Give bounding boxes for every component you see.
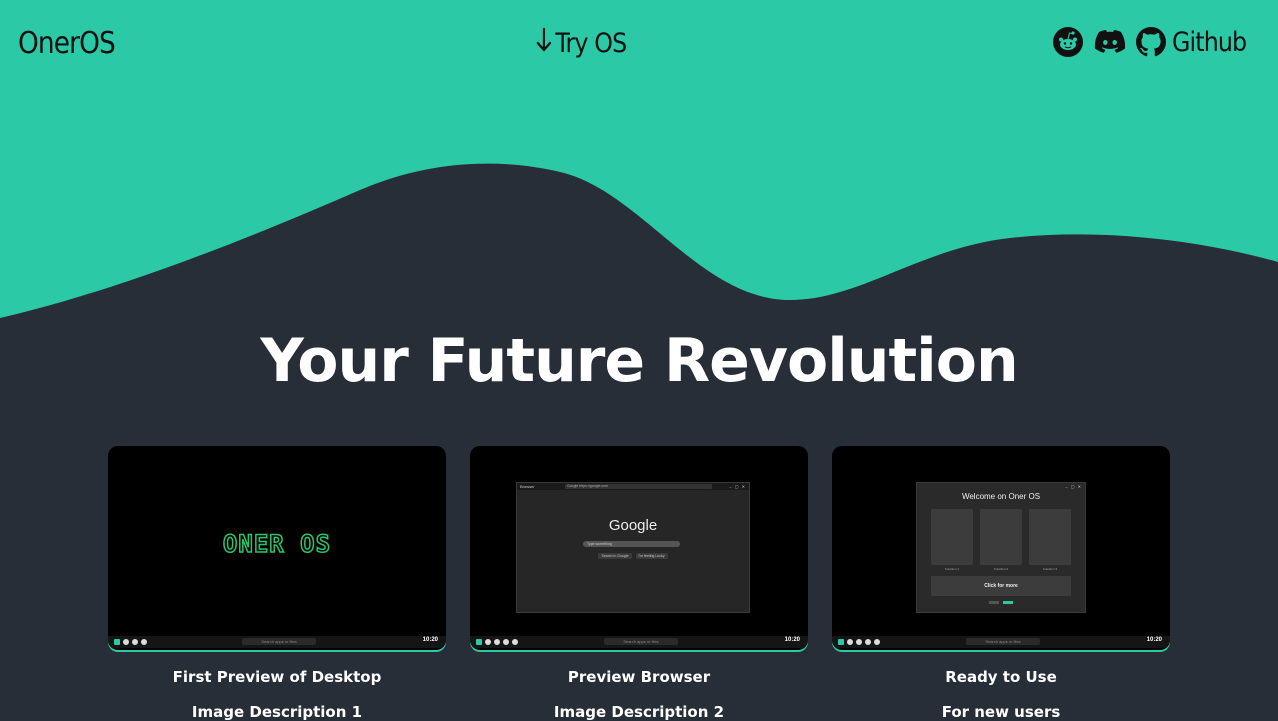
card-title: Ready to Use: [945, 668, 1057, 686]
github-icon: [1136, 27, 1166, 57]
google-search-box: Type something: [583, 541, 680, 547]
app-icon: [856, 639, 862, 645]
feature-label: Function 3: [1042, 567, 1057, 571]
card-title: Preview Browser: [567, 668, 711, 686]
app-icon: [865, 639, 871, 645]
oner-os-logo: ONER OS: [222, 529, 332, 559]
card-description: For new users: [941, 703, 1061, 721]
taskbar-clock: 10:20: [1146, 637, 1162, 643]
app-icon: [123, 639, 129, 645]
taskbar-search: Search apps or files: [242, 638, 316, 645]
back-button: [989, 601, 999, 604]
reddit-link[interactable]: [1052, 26, 1084, 58]
card-welcome-preview: – ▢ ✕ Welcome on Oner OS Function 1 Func…: [832, 446, 1170, 721]
try-os-label: Try OS: [555, 28, 627, 59]
welcome-screenshot[interactable]: – ▢ ✕ Welcome on Oner OS Function 1 Func…: [832, 446, 1170, 650]
feature-box: [980, 509, 1022, 565]
google-search-button: Search in Google: [598, 553, 632, 559]
welcome-window: – ▢ ✕ Welcome on Oner OS Function 1 Func…: [916, 482, 1086, 613]
google-lucky-button: I'm feeling Lucky: [635, 553, 668, 559]
start-icon: [114, 639, 120, 645]
github-label: Github: [1172, 26, 1247, 58]
taskbar-search: Search apps or files: [604, 638, 678, 645]
card-title: First Preview of Desktop: [172, 668, 382, 686]
card-description: Image Description 1: [191, 703, 363, 721]
browser-titlebar: Browser Google https://google.com – ▢ ✕: [517, 483, 749, 490]
window-controls: – ▢ ✕: [729, 484, 746, 489]
app-icon: [503, 639, 509, 645]
feature-label: Function 2: [993, 567, 1008, 571]
taskbar: Search apps or files 10:20: [108, 636, 446, 648]
app-icon: [874, 639, 880, 645]
start-icon: [476, 639, 482, 645]
app-icon: [512, 639, 518, 645]
welcome-title: Welcome on Oner OS: [961, 492, 1041, 501]
app-icon: [847, 639, 853, 645]
taskbar-clock: 10:20: [784, 637, 800, 643]
social-links: Github: [1052, 26, 1256, 58]
start-icon: [838, 639, 844, 645]
reddit-icon: [1053, 27, 1083, 57]
card-description: Image Description 2: [553, 703, 725, 721]
taskbar: Search apps or files 10:20: [470, 636, 808, 648]
app-icon: [485, 639, 491, 645]
feature-box: [931, 509, 973, 565]
taskbar-clock: 10:20: [422, 637, 438, 643]
card-browser-preview: Browser Google https://google.com – ▢ ✕ …: [470, 446, 808, 721]
desktop-screenshot[interactable]: ONER OS Search apps or files 10:20: [108, 446, 446, 650]
taskbar: Search apps or files 10:20: [832, 636, 1170, 648]
hero-headline: Your Future Revolution: [260, 326, 1018, 396]
top-navigation: OnerOS Try OS Github: [0, 0, 1278, 86]
window-controls: – ▢ ✕: [1065, 484, 1082, 489]
click-for-more-button: Click for more: [931, 576, 1071, 596]
feature-box: [1029, 509, 1071, 565]
browser-screenshot[interactable]: Browser Google https://google.com – ▢ ✕ …: [470, 446, 808, 650]
feature-label: Function 1: [944, 567, 959, 571]
browser-window: Browser Google https://google.com – ▢ ✕ …: [516, 482, 750, 613]
github-link[interactable]: Github: [1136, 27, 1256, 58]
browser-app-name: Browser: [520, 484, 535, 489]
brand-logo[interactable]: OnerOS: [18, 26, 116, 61]
browser-url: Google https://google.com: [565, 484, 712, 489]
taskbar-search: Search apps or files: [966, 638, 1040, 645]
arrow-down-icon: [536, 26, 552, 61]
next-button: [1003, 601, 1013, 604]
discord-icon: [1094, 30, 1126, 53]
app-icon: [494, 639, 500, 645]
try-os-link[interactable]: Try OS: [536, 26, 627, 61]
app-icon: [141, 639, 147, 645]
google-logo: Google: [608, 517, 658, 534]
app-icon: [132, 639, 138, 645]
card-desktop-preview: ONER OS Search apps or files 10:20 First…: [108, 446, 446, 721]
discord-link[interactable]: [1094, 29, 1126, 55]
